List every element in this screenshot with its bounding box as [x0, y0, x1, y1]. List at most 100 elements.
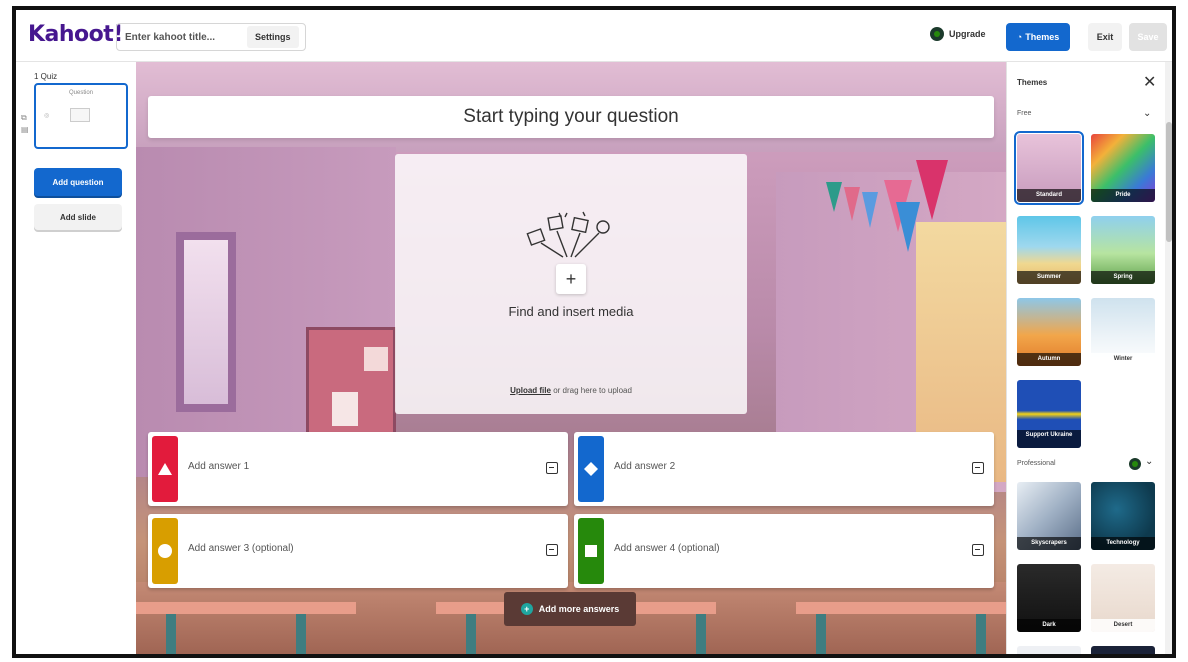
slide-label: 1 Quiz	[34, 72, 58, 81]
top-bar: Kahoot! Settings Upgrade ◔ Themes Exit S…	[16, 10, 1172, 62]
slides-sidebar: 1 Quiz ⧉ ▤ Question ◎ Add question Add s…	[16, 62, 136, 654]
bg-desk	[136, 602, 356, 614]
answer-swatch-red	[152, 436, 178, 502]
circle-icon	[158, 544, 172, 558]
answer-image-icon[interactable]	[972, 462, 984, 474]
scrollbar-thumb[interactable]	[1166, 122, 1172, 242]
upgrade-label: Upgrade	[949, 29, 986, 39]
save-button[interactable]: Save	[1129, 23, 1167, 51]
theme-name: Pride	[1091, 189, 1155, 202]
theme-name: Winter	[1091, 353, 1155, 366]
kahoot-title-input[interactable]	[117, 31, 247, 43]
add-slide-button[interactable]: Add slide	[34, 204, 122, 230]
themes-panel: Themes ✕ Free ⌄ Standard Pride Summer Sp…	[1006, 62, 1172, 654]
upgrade-button[interactable]: Upgrade	[930, 27, 986, 41]
bg-window	[176, 232, 236, 412]
themes-icon: ◔	[1016, 32, 1023, 42]
theme-card-partial[interactable]	[1017, 646, 1081, 654]
question-field[interactable]	[148, 96, 994, 138]
theme-name: Support Ukraine	[1017, 430, 1081, 448]
insert-media-button[interactable]: +	[556, 264, 586, 294]
add-more-answers-label: Add more answers	[538, 604, 620, 614]
theme-standard[interactable]: Standard	[1014, 131, 1084, 205]
answer-1-input[interactable]: Add answer 1	[188, 461, 249, 472]
media-title: Find and insert media	[508, 304, 634, 319]
theme-support-ukraine[interactable]: Support Ukraine	[1017, 380, 1081, 448]
slide-thumbnail[interactable]: Question ◎	[34, 83, 128, 149]
theme-technology[interactable]: Technology	[1091, 482, 1155, 550]
chevron-down-icon[interactable]: ⌄	[1143, 108, 1151, 119]
theme-name: Standard	[1017, 189, 1081, 202]
answer-4[interactable]: Add answer 4 (optional)	[574, 514, 994, 588]
editor-canvas: + Find and insert media Upload file or d…	[136, 62, 1006, 654]
themes-button[interactable]: ◔ Themes	[1006, 23, 1070, 51]
thumb-timer-icon: ◎	[44, 113, 50, 119]
theme-skyscrapers[interactable]: Skyscrapers	[1017, 482, 1081, 550]
theme-winter[interactable]: Winter	[1091, 298, 1155, 366]
answer-2[interactable]: Add answer 2	[574, 432, 994, 506]
exit-button[interactable]: Exit	[1088, 23, 1122, 51]
theme-name: Desert	[1091, 619, 1155, 632]
upgrade-icon	[930, 27, 944, 41]
theme-desert[interactable]: Desert	[1091, 564, 1155, 632]
themes-label: Themes	[1025, 32, 1060, 42]
themes-scrollbar[interactable]	[1165, 62, 1172, 654]
bg-note	[332, 392, 358, 426]
bg-chair-leg	[166, 614, 176, 654]
upload-hint-text: or drag here to upload	[553, 386, 632, 395]
answer-swatch-blue	[578, 436, 604, 502]
bg-desk	[796, 602, 1006, 614]
question-input[interactable]	[148, 106, 994, 128]
title-field[interactable]: Settings	[116, 23, 306, 51]
theme-name: Spring	[1091, 271, 1155, 284]
answer-4-input[interactable]: Add answer 4 (optional)	[614, 543, 720, 554]
theme-autumn[interactable]: Autumn	[1017, 298, 1081, 366]
media-dropzone[interactable]: + Find and insert media Upload file or d…	[395, 154, 747, 414]
free-section-label: Free	[1017, 110, 1032, 117]
answer-image-icon[interactable]	[546, 544, 558, 556]
theme-summer[interactable]: Summer	[1017, 216, 1081, 284]
answer-swatch-green	[578, 518, 604, 584]
theme-name: Summer	[1017, 271, 1081, 284]
bg-flag	[916, 160, 948, 220]
diamond-icon	[584, 462, 598, 476]
plus-icon: +	[520, 603, 533, 615]
upload-file-link[interactable]: Upload file	[510, 386, 551, 395]
bg-flag	[844, 187, 860, 221]
answer-swatch-yellow	[152, 518, 178, 584]
app-frame: Kahoot! Settings Upgrade ◔ Themes Exit S…	[12, 6, 1176, 658]
chevron-down-icon[interactable]: ⌄	[1145, 456, 1153, 467]
settings-button[interactable]: Settings	[247, 26, 299, 48]
answer-image-icon[interactable]	[546, 462, 558, 474]
answer-3-input[interactable]: Add answer 3 (optional)	[188, 543, 294, 554]
professional-section-label: Professional	[1017, 460, 1056, 467]
theme-pride[interactable]: Pride	[1091, 134, 1155, 202]
kahoot-logo[interactable]: Kahoot!	[28, 22, 123, 47]
answer-1[interactable]: Add answer 1	[148, 432, 568, 506]
bg-chair-leg	[466, 614, 476, 654]
bg-flag	[862, 192, 878, 228]
upload-hint: Upload file or drag here to upload	[395, 386, 747, 395]
theme-card-partial[interactable]	[1091, 646, 1155, 654]
bg-chair-leg	[816, 614, 826, 654]
triangle-icon	[158, 463, 172, 475]
media-illustration-icon	[526, 211, 610, 258]
theme-spring[interactable]: Spring	[1091, 216, 1155, 284]
slide-tools: ⧉ ▤	[21, 112, 29, 136]
theme-name: Autumn	[1017, 353, 1081, 366]
square-icon	[585, 545, 597, 557]
themes-panel-title: Themes	[1017, 78, 1048, 87]
add-more-answers-button[interactable]: + Add more answers	[504, 592, 636, 626]
bg-flag	[826, 182, 842, 212]
close-icon[interactable]: ✕	[1143, 72, 1156, 92]
answer-2-input[interactable]: Add answer 2	[614, 461, 675, 472]
duplicate-icon[interactable]: ⧉	[21, 112, 29, 124]
delete-icon[interactable]: ▤	[21, 124, 29, 136]
add-question-button[interactable]: Add question	[34, 168, 122, 196]
answer-image-icon[interactable]	[972, 544, 984, 556]
theme-dark[interactable]: Dark	[1017, 564, 1081, 632]
theme-name: Skyscrapers	[1017, 537, 1081, 550]
answer-3[interactable]: Add answer 3 (optional)	[148, 514, 568, 588]
bg-chair-leg	[296, 614, 306, 654]
bg-chair-leg	[696, 614, 706, 654]
